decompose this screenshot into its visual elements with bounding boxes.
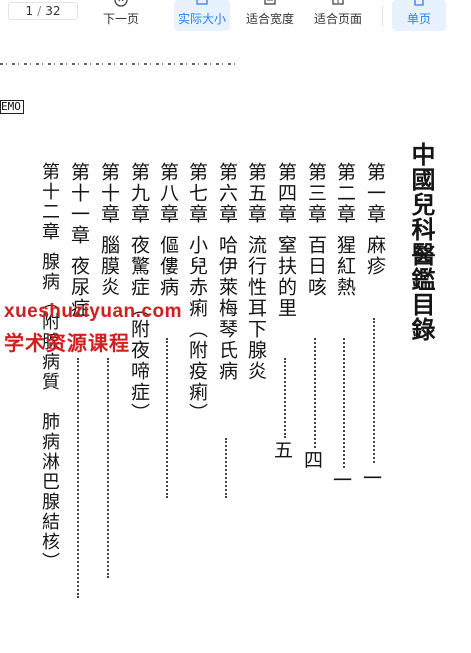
chapter-6-leader <box>225 438 227 498</box>
chapter-8-label: 第八章 <box>157 162 179 225</box>
chapter-10: 第十章腦膜炎 <box>96 162 123 298</box>
chapter-12: 第十二章腺病（附腺病質 肺病淋巴腺結核） <box>36 162 62 572</box>
chapter-3: 第三章百日咳 <box>303 162 330 298</box>
chapter-9-title: 夜驚症（附夜啼症） <box>128 235 150 424</box>
page-indicator[interactable]: 1 / 32 <box>8 2 78 20</box>
total-page-number: 32 <box>45 4 61 18</box>
chapter-7-label: 第七章 <box>186 162 208 225</box>
chapter-12-title: 腺病（附腺病質 肺病淋巴腺結核） <box>39 252 60 572</box>
fit-width-icon <box>264 0 276 5</box>
chapter-3-leader <box>314 338 316 448</box>
watermark-url: xueshuziyuan.com <box>4 301 182 322</box>
chapter-2: 第二章猩紅熱 <box>332 162 359 298</box>
chapter-11: 第十一章夜尿症 <box>66 162 93 319</box>
chapter-8-leader <box>166 338 168 498</box>
chapter-5: 第五章流行性耳下腺炎 <box>243 162 270 382</box>
chapter-8: 第八章傴僂病 <box>155 162 182 298</box>
actual-size-button[interactable]: 实际大小 <box>174 0 230 31</box>
chapter-7-title: 小兒赤痢（附疫痢） <box>186 235 208 424</box>
actual-size-label: 实际大小 <box>177 12 226 26</box>
next-page-label: 下一页 <box>102 12 139 26</box>
chapter-4-label: 第四章 <box>275 162 297 225</box>
actual-size-icon <box>196 0 208 5</box>
chapter-11-label: 第十一章 <box>68 162 90 246</box>
chapter-9: 第九章夜驚症（附夜啼症） <box>126 162 153 424</box>
chapter-11-title: 夜尿症 <box>68 256 90 319</box>
page-number-4: 五 <box>271 440 293 459</box>
chapter-1-leader <box>373 318 375 463</box>
chapter-6: 第六章哈伊萊梅琴氏病 <box>214 162 241 382</box>
chapter-8-title: 傴僂病 <box>157 235 179 298</box>
page-separator: / <box>37 4 42 18</box>
watermark-text: 学术资源课程 <box>4 333 130 355</box>
chapter-10-title: 腦膜炎 <box>98 235 120 298</box>
page-number-1: 一 <box>360 468 382 487</box>
single-page-label: 单页 <box>406 12 431 26</box>
pdf-toolbar: 1 / 32 下一页 实际大小 适合宽度 适合页面 单页 <box>0 0 471 38</box>
page-number-3: 四 <box>301 450 323 469</box>
chapter-1: 第一章麻疹 <box>362 162 389 277</box>
fit-width-button[interactable]: 适合宽度 <box>242 0 298 31</box>
chapter-3-label: 第三章 <box>305 162 327 225</box>
chapter-4-leader <box>284 358 286 438</box>
single-page-button[interactable]: 单页 <box>392 0 446 31</box>
document-page: EMO 中國兒科醫鑑目錄 第一章麻疹 第二章猩紅熱 第三章百日咳 第四章窒扶的里… <box>0 38 471 653</box>
chapter-10-label: 第十章 <box>98 162 120 225</box>
chapter-4-title: 窒扶的里 <box>275 235 297 319</box>
chapter-4: 第四章窒扶的里 <box>273 162 300 319</box>
fit-page-icon <box>332 0 344 5</box>
chapter-6-title: 哈伊萊梅琴氏病 <box>216 235 238 382</box>
chapter-7: 第七章小兒赤痢（附疫痢） <box>184 162 211 424</box>
scan-artifact-line <box>0 63 238 65</box>
chapter-2-label: 第二章 <box>334 162 356 225</box>
fit-width-label: 适合宽度 <box>245 12 294 26</box>
chapter-12-label: 第十二章 <box>39 162 60 242</box>
chapter-1-label: 第一章 <box>364 162 386 225</box>
memo-stamp: EMO <box>0 100 24 114</box>
document-title: 中國兒科醫鑑目錄 <box>407 142 436 342</box>
fit-page-button[interactable]: 适合页面 <box>310 0 366 31</box>
single-page-icon <box>414 0 424 6</box>
chapter-11-leader <box>77 358 79 598</box>
chapter-1-title: 麻疹 <box>364 235 386 277</box>
arrow-down-circle-icon <box>114 0 128 7</box>
chapter-9-label: 第九章 <box>128 162 150 225</box>
chapter-10-leader <box>107 358 109 578</box>
current-page-number[interactable]: 1 <box>26 4 34 18</box>
chapter-2-leader <box>343 338 345 468</box>
chapter-5-label: 第五章 <box>245 162 267 225</box>
toolbar-divider <box>382 6 383 26</box>
chapter-3-title: 百日咳 <box>305 235 327 298</box>
chapter-6-label: 第六章 <box>216 162 238 225</box>
fit-page-label: 适合页面 <box>313 12 362 26</box>
chapter-2-title: 猩紅熱 <box>334 235 356 298</box>
chapter-5-title: 流行性耳下腺炎 <box>245 235 267 382</box>
next-page-button[interactable]: 下一页 <box>96 0 146 31</box>
page-number-2: 一 <box>330 470 352 489</box>
